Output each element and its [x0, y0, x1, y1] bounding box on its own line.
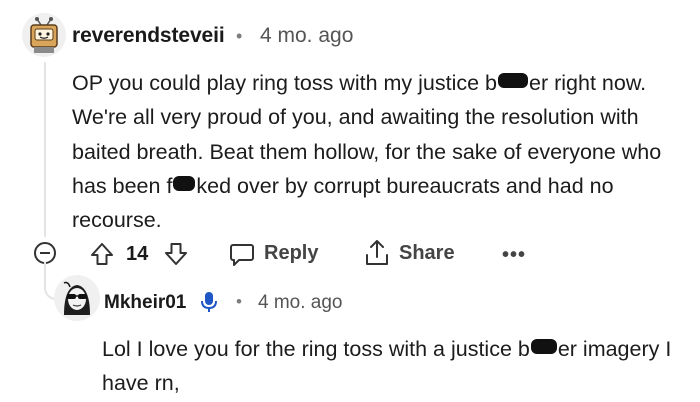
comment-body: OP you could play ring toss with my just…: [72, 66, 682, 237]
share-icon: [366, 240, 388, 265]
robot-tv-avatar-icon: [22, 13, 66, 57]
sunglasses-avatar-icon: [54, 275, 100, 321]
vote-count: 14: [126, 243, 149, 265]
reply-user-avatar[interactable]: [54, 275, 100, 321]
reply-username[interactable]: Mkheir01: [104, 292, 186, 314]
upvote-icon[interactable]: [88, 240, 116, 268]
microphone-icon: [199, 290, 219, 314]
separator-dot: •: [236, 26, 243, 46]
reply-text-part: Lol I love you for the ring toss with a …: [102, 337, 530, 361]
comment-timestamp[interactable]: 4 mo. ago: [260, 24, 353, 48]
comment-text-part: OP you could play ring toss with my just…: [72, 71, 498, 95]
comment-username[interactable]: reverendsteveii: [72, 24, 225, 48]
collapse-icon[interactable]: [34, 242, 56, 264]
redaction-mark: [498, 73, 529, 88]
reply-icon: [230, 244, 254, 266]
more-options-icon[interactable]: •••: [502, 244, 526, 267]
thread-line[interactable]: [44, 62, 46, 237]
reply-label: Reply: [264, 242, 319, 264]
user-avatar[interactable]: [22, 13, 66, 57]
downvote-icon[interactable]: [162, 240, 190, 268]
reply-body: Lol I love you for the ring toss with a …: [102, 332, 682, 401]
separator-dot: •: [236, 292, 242, 311]
share-label: Share: [399, 242, 455, 264]
redaction-mark: [173, 175, 196, 191]
reply-timestamp[interactable]: 4 mo. ago: [258, 292, 343, 314]
redaction-mark: [530, 339, 557, 354]
